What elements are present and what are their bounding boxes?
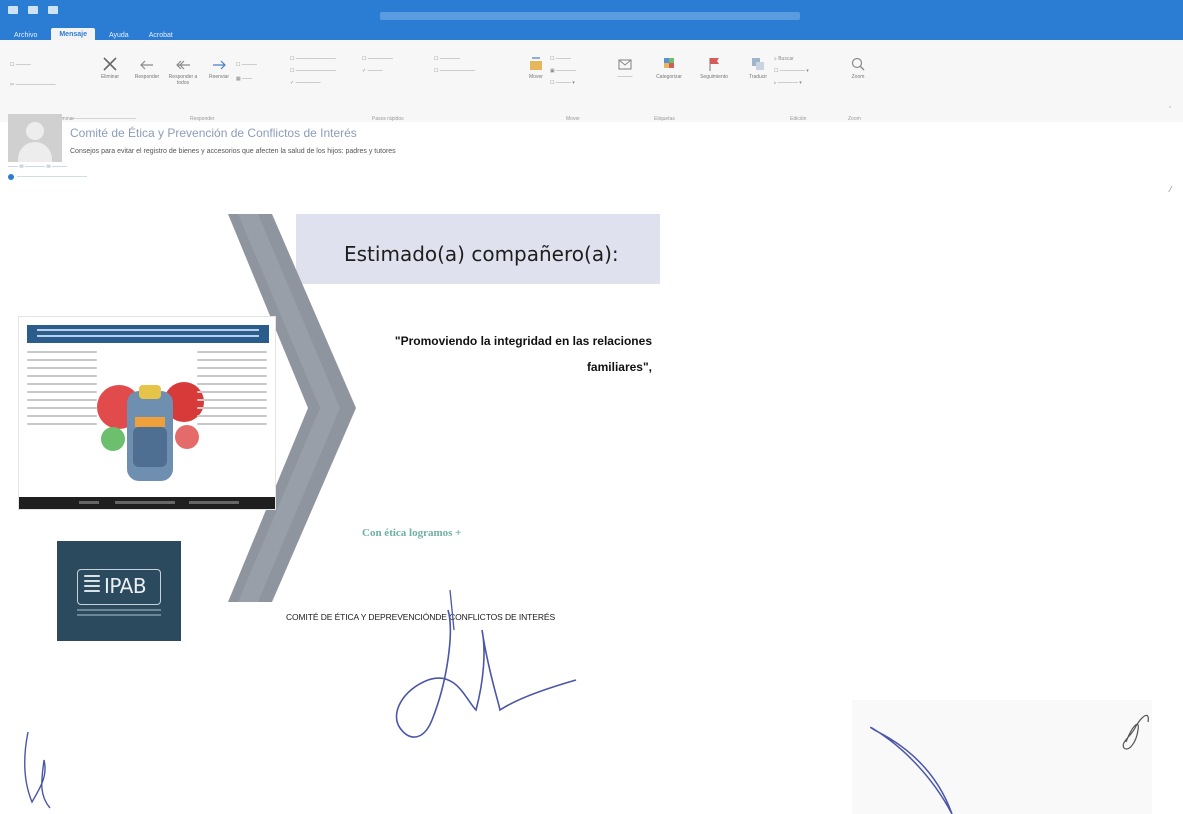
redo-icon[interactable] xyxy=(48,6,58,14)
delete-label: Eliminar xyxy=(100,74,120,80)
signature-right xyxy=(870,714,1149,814)
poster-left-column xyxy=(27,351,97,431)
junk-button[interactable]: ✂ ———————— xyxy=(10,82,56,88)
read-unread-button[interactable]: ——— xyxy=(608,56,642,81)
translate-button[interactable]: Traducir xyxy=(744,56,772,81)
message-paragraph: "Promoviendo la integridad en las relaci… xyxy=(360,328,652,380)
select-button[interactable]: ▹ ———— ▾ xyxy=(774,80,802,86)
save-icon[interactable] xyxy=(8,6,18,14)
sender-avatar xyxy=(8,114,62,162)
poster-right-column xyxy=(197,351,267,431)
signature-main xyxy=(395,589,577,738)
recipients-line[interactable]: —— ✉ ———— ✉ ——— xyxy=(8,164,67,170)
quick-step-5[interactable]: ✓ ——— xyxy=(362,68,383,74)
group-label-edicion: Edición xyxy=(790,116,807,122)
ipab-logo: IPAB xyxy=(57,541,181,641)
categorize-icon xyxy=(664,58,674,68)
translate-label: Traducir xyxy=(748,74,768,80)
forward-label: Reenviar xyxy=(208,74,229,80)
campaign-name: "Promoviendo la integridad en las relaci… xyxy=(394,334,652,374)
group-label-zoom: Zoom xyxy=(848,116,861,122)
sender-name: Comité de Ética y Prevención de Conflict… xyxy=(70,126,357,140)
zoom-button[interactable]: Zoom xyxy=(844,56,872,81)
reply-all-label: Responder a todos xyxy=(168,74,198,86)
reply-all-icon xyxy=(176,60,190,70)
cta-link[interactable]: Con ética logramos + xyxy=(362,527,461,539)
ignore-button[interactable]: ☐ ——— xyxy=(10,62,31,68)
flag-icon xyxy=(709,58,719,71)
follow-up-label: Seguimiento xyxy=(700,74,728,80)
campaign-poster[interactable] xyxy=(18,316,276,510)
message-subject: Consejos para evitar el registro de bien… xyxy=(70,148,396,155)
ipab-subtitle xyxy=(77,609,161,619)
zoom-icon xyxy=(851,57,865,71)
greeting-text: Estimado(a) compañero(a): xyxy=(344,242,619,266)
reply-all-button[interactable]: Responder a todos xyxy=(166,58,200,87)
ipab-logo-frame: IPAB xyxy=(77,569,161,605)
undo-icon[interactable] xyxy=(28,6,38,14)
forward-icon xyxy=(213,60,226,70)
zoom-label: Zoom xyxy=(851,74,865,80)
info-icon xyxy=(8,174,14,180)
backpack-illustration xyxy=(97,382,204,481)
move-icon xyxy=(530,57,542,70)
related-button[interactable]: ☐ ————— ▾ xyxy=(774,68,809,74)
poster-footer xyxy=(19,497,275,509)
ipab-stack-icon xyxy=(84,575,100,595)
ipab-logo-text: IPAB xyxy=(104,574,147,598)
meeting-button[interactable]: ☐ ——— xyxy=(236,62,257,68)
quick-step-1[interactable]: ☐ ———————— xyxy=(290,56,336,62)
translate-icon xyxy=(752,58,764,70)
quick-step-6[interactable]: ☐ ———— xyxy=(434,56,460,62)
reply-icon xyxy=(140,60,153,70)
rules-button[interactable]: ☐ ——— xyxy=(550,56,571,62)
actions-button[interactable]: ☐ ——— ▾ xyxy=(550,80,575,86)
quick-step-7[interactable]: ☐ ——————— xyxy=(434,68,475,74)
more-respond-button[interactable]: ▦ —— xyxy=(236,76,252,82)
forward-button[interactable]: Reenviar xyxy=(206,58,232,81)
categorize-button[interactable]: Categorizar xyxy=(652,56,686,81)
signature-left xyxy=(24,731,51,809)
info-bar: —————————————— xyxy=(8,174,87,180)
title-bar: Archivo Mensaje Ayuda Acrobat xyxy=(0,0,1183,41)
move-label: Mover xyxy=(529,74,543,80)
quick-step-2[interactable]: ☐ ———————— xyxy=(290,68,336,74)
collapse-ribbon-icon[interactable]: ⌃ xyxy=(1168,106,1172,112)
ribbon: ☐ ——— ✂ ———————— Eliminar Eliminar Respo… xyxy=(0,40,1183,122)
reply-label: Responder xyxy=(134,74,160,80)
find-button[interactable]: ⌕ Buscar xyxy=(774,56,794,62)
delete-icon xyxy=(103,57,117,71)
quick-access-toolbar xyxy=(8,6,58,14)
message-header: ——————————— Comité de Ética y Prevención… xyxy=(8,114,658,194)
quick-step-3[interactable]: ✓ ————— xyxy=(290,80,321,86)
sender-address: ——————————— xyxy=(70,116,136,122)
reply-button[interactable]: Responder xyxy=(134,58,160,81)
onenote-button[interactable]: ▣ ———— xyxy=(550,68,576,74)
email-body: Estimado(a) compañero(a): IPAB "Promovie… xyxy=(0,190,660,814)
find-label: Buscar xyxy=(778,56,794,62)
window-title xyxy=(380,12,800,20)
quick-step-4[interactable]: ☐ ————— xyxy=(362,56,393,62)
delete-button[interactable]: Eliminar xyxy=(96,56,124,81)
envelope-icon xyxy=(618,59,632,70)
categorize-label: Categorizar xyxy=(656,74,682,80)
poster-title-bar xyxy=(27,325,269,343)
margin-mark: ⁄ xyxy=(1170,185,1172,194)
move-button[interactable]: Mover xyxy=(524,56,548,81)
follow-up-button[interactable]: Seguimiento xyxy=(694,56,734,81)
